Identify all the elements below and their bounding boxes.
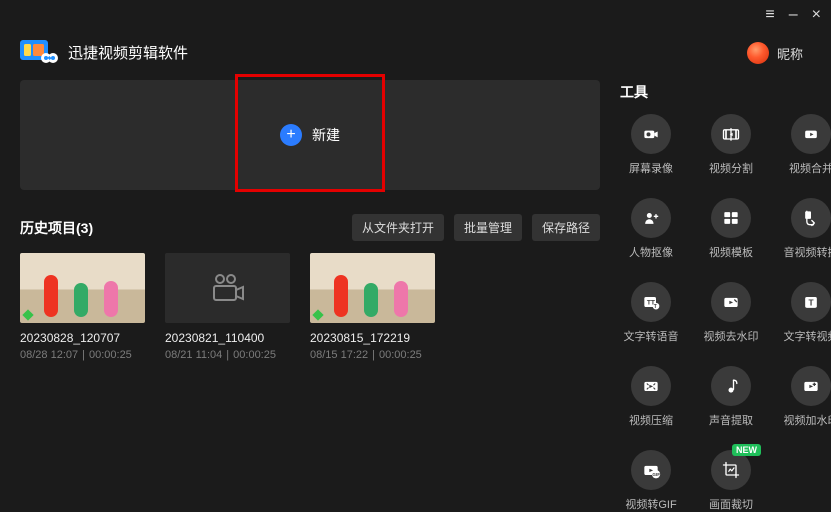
tool-label: 视频加水印 [784,412,831,428]
app-title: 迅捷视频剪辑软件 [68,42,188,63]
project-name: 20230821_110400 [165,331,290,345]
tool-video-compress[interactable]: 视频压缩 [620,366,682,428]
tools-title: 工具 [620,82,831,102]
tool-add-watermark[interactable]: 视频加水印 [780,366,831,428]
project-thumbnail [310,253,435,323]
app-logo-icon [20,40,58,64]
tool-label: 声音提取 [709,412,753,428]
new-badge: NEW [732,444,761,456]
crop-icon: NEW [711,450,751,490]
tool-label: 视频模板 [709,244,753,260]
tool-label: 人物抠像 [629,244,673,260]
tool-screen-record[interactable]: 屏幕录像 [620,114,682,176]
avatar [747,42,769,64]
open-from-folder-button[interactable]: 从文件夹打开 [352,214,444,241]
video-split-icon [711,114,751,154]
tool-label: 视频压缩 [629,412,673,428]
project-meta: 08/15 17:22|00:00:25 [310,349,435,361]
tool-label: 视频合并 [789,160,831,176]
new-project-panel: + 新建 [20,80,600,190]
project-item[interactable]: 20230821_110400 08/21 11:04|00:00:25 [165,253,290,361]
tool-video-merge[interactable]: 视频合并 [780,114,831,176]
text-to-video-icon: T [791,282,831,322]
tool-label: 文字转语音 [624,328,679,344]
menu-icon[interactable]: ≡ [765,6,774,24]
tool-remove-watermark[interactable]: 视频去水印 [700,282,762,344]
tool-audio-extract[interactable]: 声音提取 [700,366,762,428]
project-item[interactable]: 20230828_120707 08/28 12:07|00:00:25 [20,253,145,361]
tool-crop[interactable]: NEW 画面裁切 [700,450,762,512]
project-meta: 08/28 12:07|00:00:25 [20,349,145,361]
project-name: 20230828_120707 [20,331,145,345]
project-thumbnail [165,253,290,323]
tool-person-cutout[interactable]: 人物抠像 [620,198,682,260]
tool-label: 视频分割 [709,160,753,176]
tool-av-convert[interactable]: 音视频转换 [780,198,831,260]
tool-video-split[interactable]: 视频分割 [700,114,762,176]
close-icon[interactable]: × [812,6,821,24]
tool-text-to-video[interactable]: T 文字转视频 [780,282,831,344]
tool-video-template[interactable]: 视频模板 [700,198,762,260]
minimize-icon[interactable]: – [789,6,798,24]
tool-label: 音视频转换 [784,244,831,260]
person-cutout-icon [631,198,671,238]
highlight-box [235,74,385,192]
batch-manage-button[interactable]: 批量管理 [454,214,522,241]
av-convert-icon [791,198,831,238]
project-name: 20230815_172219 [310,331,435,345]
tool-label: 文字转视频 [784,328,831,344]
video-compress-icon [631,366,671,406]
video-to-gif-icon: GIF [631,450,671,490]
svg-text:GIF: GIF [652,472,660,477]
tool-label: 视频去水印 [704,328,759,344]
tts-icon: TTT [631,282,671,322]
project-meta: 08/21 11:04|00:00:25 [165,349,290,361]
screen-record-icon [631,114,671,154]
nickname: 昵称 [777,44,803,63]
user-profile[interactable]: 昵称 [747,42,803,64]
tool-label: 画面裁切 [709,496,753,512]
app-header: 迅捷视频剪辑软件 [0,0,831,80]
svg-text:T: T [809,297,814,307]
add-watermark-icon [791,366,831,406]
tool-label: 屏幕录像 [629,160,673,176]
save-path-button[interactable]: 保存路径 [532,214,600,241]
history-title: 历史项目(3) [20,218,93,238]
audio-extract-icon [711,366,751,406]
window-controls: ≡ – × [765,6,821,24]
project-item[interactable]: 20230815_172219 08/15 17:22|00:00:25 [310,253,435,361]
remove-watermark-icon [711,282,751,322]
tool-label: 视频转GIF [625,496,676,512]
tool-tts[interactable]: TTT 文字转语音 [620,282,682,344]
svg-text:T: T [654,304,657,310]
project-thumbnail [20,253,145,323]
video-merge-icon [791,114,831,154]
video-template-icon [711,198,751,238]
tool-video-to-gif[interactable]: GIF 视频转GIF [620,450,682,512]
